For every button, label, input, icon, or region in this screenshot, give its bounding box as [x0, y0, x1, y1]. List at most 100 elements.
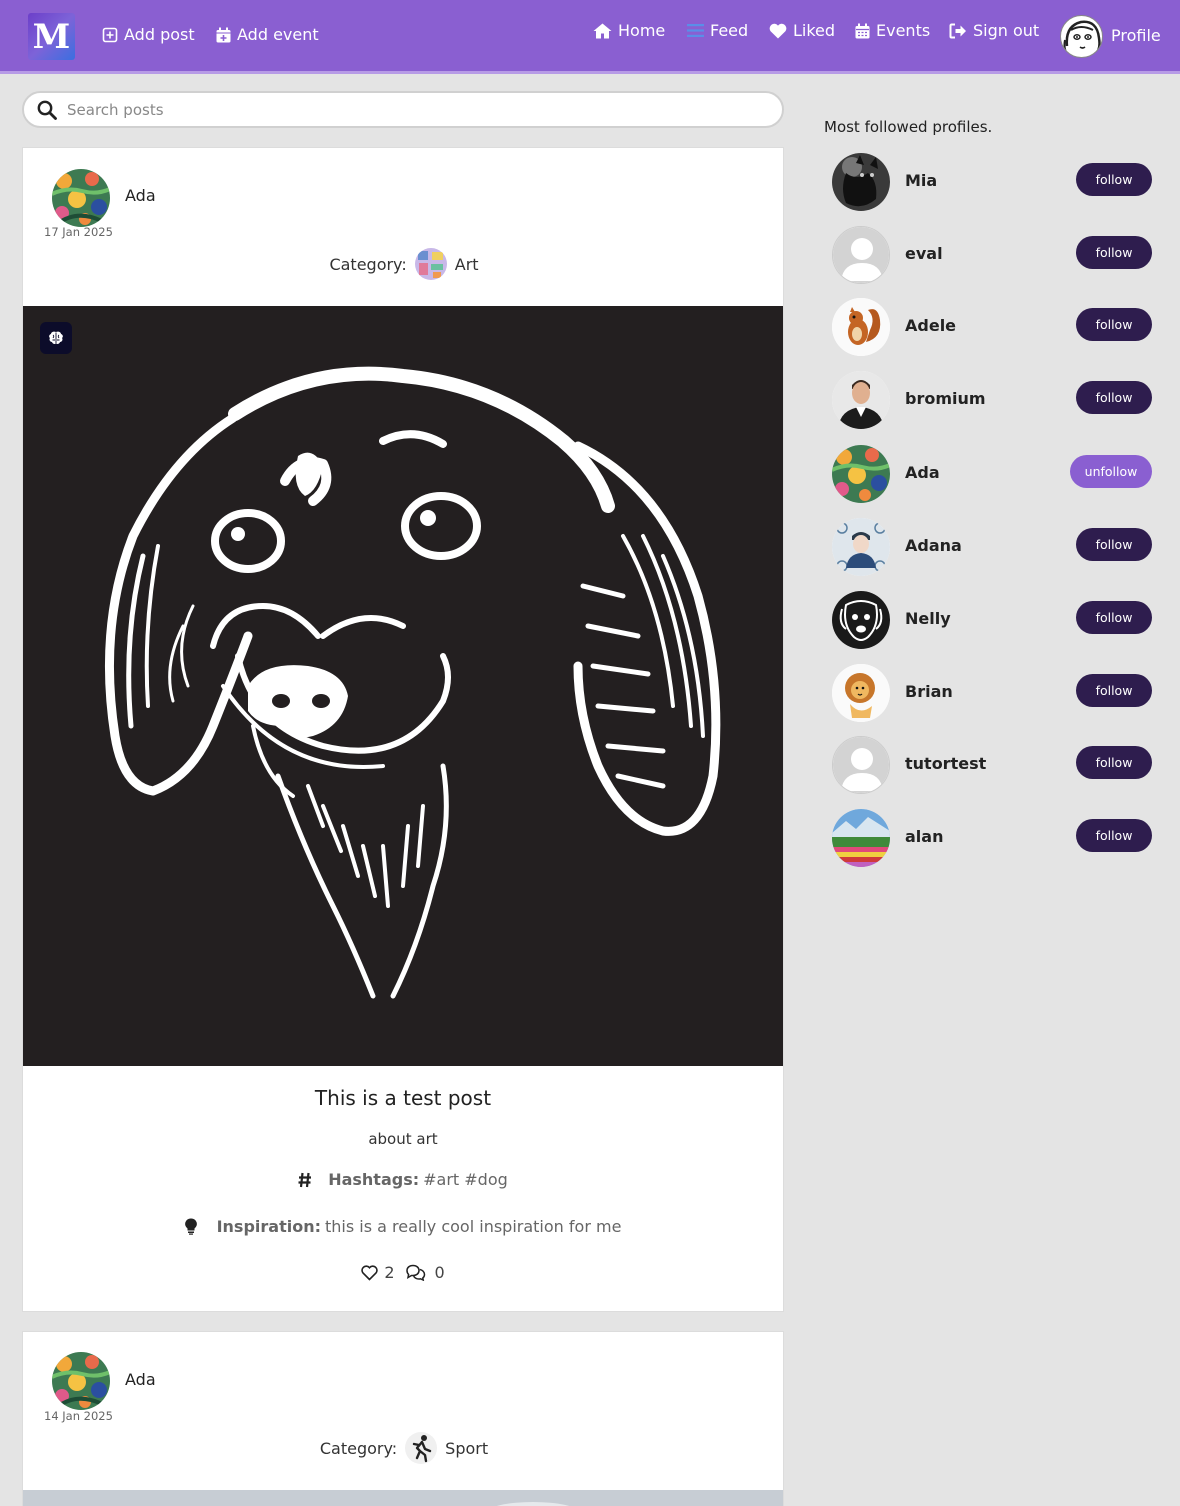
logo-letter: M	[32, 16, 71, 57]
post-card: Ada 17 Jan 2025 Category: Art This is a …	[22, 147, 784, 1312]
post-image[interactable]	[23, 1490, 783, 1506]
top-navbar: M Add post Add event Home Feed Liked Eve…	[0, 0, 1180, 74]
profile-avatar[interactable]	[832, 591, 890, 649]
unfollow-button[interactable]: unfollow	[1070, 455, 1152, 488]
profile-row: bromium follow	[832, 371, 1152, 429]
profile-name[interactable]: Brian	[905, 682, 953, 701]
nav-liked-label: Liked	[793, 21, 836, 40]
profile-name[interactable]: tutortest	[905, 754, 986, 773]
profile-row: Adele follow	[832, 298, 1152, 356]
add-post-label: Add post	[124, 25, 195, 44]
follow-button[interactable]: follow	[1076, 674, 1152, 707]
profile-avatar[interactable]	[832, 664, 890, 722]
post-date: 14 Jan 2025	[44, 1409, 113, 1423]
search-bar	[22, 91, 784, 128]
search-icon	[37, 100, 57, 120]
nav-feed[interactable]: Feed	[687, 21, 748, 40]
profile-name[interactable]: Adele	[905, 316, 956, 335]
profile-row: eval follow	[832, 226, 1152, 284]
inspiration-value: this is a really cool inspiration for me	[324, 1217, 622, 1236]
heart-icon	[769, 23, 787, 38]
running-person-icon	[405, 1432, 438, 1464]
profile-avatar[interactable]	[832, 153, 890, 211]
profile-name[interactable]: Adana	[905, 536, 962, 555]
follow-button[interactable]: follow	[1076, 163, 1152, 196]
nav-home-label: Home	[618, 21, 666, 40]
post-card: Ada 14 Jan 2025 Category: Sport	[22, 1331, 784, 1506]
profile-name[interactable]: Ada	[905, 463, 940, 482]
sidebar-title: Most followed profiles.	[824, 118, 993, 136]
heart-outline-icon[interactable]	[361, 1264, 379, 1281]
profile-row: alan follow	[832, 809, 1152, 867]
post-category: Category: Sport	[23, 1432, 785, 1464]
profile-avatar[interactable]	[1060, 15, 1103, 58]
post-subtitle: about art	[368, 1130, 438, 1148]
follow-button[interactable]: follow	[1076, 528, 1152, 561]
follow-button[interactable]: follow	[1076, 308, 1152, 341]
profile-avatar[interactable]	[832, 226, 890, 284]
follow-button[interactable]: follow	[1076, 381, 1152, 414]
profile-avatar[interactable]	[832, 298, 890, 356]
comments-icon[interactable]	[405, 1264, 426, 1281]
category-label: Category:	[329, 254, 407, 274]
nav-profile[interactable]: Profile	[1111, 26, 1161, 45]
profile-row: Brian follow	[832, 664, 1152, 722]
ai-badge[interactable]	[40, 322, 72, 354]
post-stats: 2 0	[23, 1263, 783, 1282]
nav-events[interactable]: Events	[855, 21, 930, 40]
profile-name[interactable]: alan	[905, 827, 943, 846]
search-input[interactable]	[67, 100, 747, 119]
follow-button[interactable]: follow	[1076, 601, 1152, 634]
lightbulb-icon	[184, 1218, 197, 1235]
profile-row: Mia follow	[832, 153, 1152, 211]
dog-illustration	[104, 366, 721, 999]
profile-avatar[interactable]	[832, 371, 890, 429]
profile-avatar[interactable]	[832, 736, 890, 794]
profile-avatar[interactable]	[832, 445, 890, 503]
nav-home[interactable]: Home	[593, 21, 665, 40]
author-avatar[interactable]	[52, 1352, 110, 1410]
profile-row: tutortest follow	[832, 736, 1152, 794]
post-inspiration: Inspiration: this is a really cool inspi…	[23, 1217, 783, 1236]
hashtag-icon	[298, 1172, 312, 1187]
like-count: 2	[384, 1263, 395, 1282]
nav-sign-out-label: Sign out	[973, 21, 1040, 40]
sign-out-icon	[949, 23, 966, 38]
follow-button[interactable]: follow	[1076, 746, 1152, 779]
author-avatar[interactable]	[52, 169, 110, 227]
post-image[interactable]	[23, 306, 783, 1066]
profile-row: Adana follow	[832, 518, 1152, 576]
calendar-plus-icon	[216, 27, 231, 42]
post-title[interactable]: This is a test post	[23, 1086, 783, 1110]
category-name[interactable]: Art	[455, 255, 479, 274]
post-author[interactable]: Ada	[125, 1370, 156, 1389]
follow-button[interactable]: follow	[1076, 819, 1152, 852]
profile-name[interactable]: Mia	[905, 171, 937, 190]
post-date: 17 Jan 2025	[44, 225, 113, 239]
app-logo[interactable]: M	[28, 13, 75, 60]
home-icon	[593, 23, 612, 38]
bars-icon	[687, 24, 704, 37]
profile-avatar[interactable]	[832, 809, 890, 867]
profile-avatar[interactable]	[832, 518, 890, 576]
post-author[interactable]: Ada	[125, 186, 156, 205]
add-event-link[interactable]: Add event	[216, 25, 319, 44]
profile-name[interactable]: eval	[905, 244, 943, 263]
add-event-label: Add event	[237, 25, 319, 44]
profile-row: Nelly follow	[832, 591, 1152, 649]
category-name[interactable]: Sport	[445, 1439, 488, 1458]
hashtags-value[interactable]: #art #dog	[423, 1170, 508, 1189]
post-hashtags: Hashtags: #art #dog	[23, 1170, 783, 1189]
add-post-link[interactable]: Add post	[102, 25, 195, 44]
nav-sign-out[interactable]: Sign out	[949, 21, 1039, 40]
profile-name[interactable]: bromium	[905, 389, 986, 408]
nav-profile-label: Profile	[1111, 26, 1161, 45]
nav-liked[interactable]: Liked	[769, 21, 835, 40]
inspiration-label: Inspiration:	[216, 1217, 321, 1236]
calendar-icon	[855, 23, 870, 38]
hashtags-label: Hashtags:	[328, 1170, 420, 1189]
plus-square-icon	[102, 27, 118, 42]
post-category: Category: Art	[23, 248, 785, 280]
follow-button[interactable]: follow	[1076, 236, 1152, 269]
profile-name[interactable]: Nelly	[905, 609, 951, 628]
